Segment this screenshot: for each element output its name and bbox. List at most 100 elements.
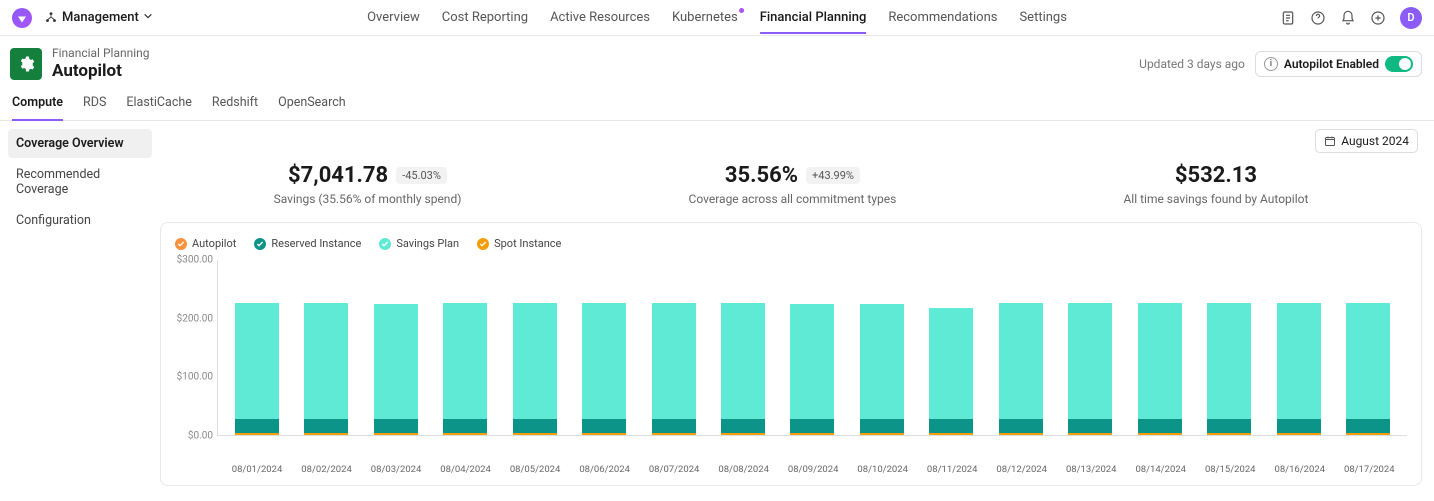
bar-08/14/2024[interactable] [1136, 260, 1184, 435]
sidebar-item-configuration[interactable]: Configuration [8, 206, 152, 235]
x-tick: 08/01/2024 [232, 464, 280, 475]
bar-segment-reserved-instance [304, 419, 348, 434]
info-icon: i [1264, 57, 1278, 71]
bar-segment-savings-plan [790, 304, 834, 418]
kpi-row: $7,041.78-45.03%Savings (35.56% of month… [160, 157, 1422, 222]
chart-plot [217, 260, 1407, 436]
subtab-elasticache[interactable]: ElastiCache [126, 95, 192, 120]
kpi-value: $532.13 [1175, 163, 1257, 188]
bar-08/12/2024[interactable] [997, 260, 1045, 435]
nav-cost-reporting[interactable]: Cost Reporting [442, 2, 528, 33]
kpi-value: $7,041.78 [288, 163, 388, 188]
bar-08/16/2024[interactable] [1275, 260, 1323, 435]
bar-08/07/2024[interactable] [650, 260, 698, 435]
workspace-name: Management [62, 10, 139, 25]
kpi-value: 35.56% [725, 163, 798, 188]
bar-08/17/2024[interactable] [1344, 260, 1392, 435]
bar-segment-spot-instance [1068, 433, 1112, 435]
bar-08/08/2024[interactable] [719, 260, 767, 435]
y-tick: $0.00 [188, 431, 213, 442]
bar-08/11/2024[interactable] [927, 260, 975, 435]
subtab-redshift[interactable]: Redshift [212, 95, 258, 120]
x-tick: 08/15/2024 [1205, 464, 1253, 475]
subtab-rds[interactable]: RDS [83, 95, 106, 120]
bar-segment-reserved-instance [790, 419, 834, 434]
nav-overview[interactable]: Overview [367, 2, 420, 33]
subtab-opensearch[interactable]: OpenSearch [278, 95, 346, 120]
breadcrumb: Financial Planning [52, 46, 150, 60]
help-icon[interactable] [1310, 10, 1326, 26]
nav-active-resources[interactable]: Active Resources [550, 2, 650, 33]
bar-08/09/2024[interactable] [788, 260, 836, 435]
nav-kubernetes[interactable]: Kubernetes [672, 2, 738, 33]
x-tick: 08/17/2024 [1344, 464, 1392, 475]
bar-segment-reserved-instance [1277, 419, 1321, 434]
top-nav: Overview Cost Reporting Active Resources Ku… [367, 2, 1067, 33]
legend-reserved-instance[interactable]: Reserved Instance [254, 237, 361, 250]
bar-segment-spot-instance [304, 433, 348, 435]
bar-segment-spot-instance [1346, 433, 1390, 435]
bar-08/15/2024[interactable] [1205, 260, 1253, 435]
bar-08/13/2024[interactable] [1066, 260, 1114, 435]
autopilot-toggle[interactable]: i Autopilot Enabled [1255, 51, 1422, 77]
subtab-compute[interactable]: Compute [12, 95, 63, 120]
bar-segment-savings-plan [374, 304, 418, 418]
bar-segment-reserved-instance [721, 419, 765, 434]
bar-08/04/2024[interactable] [441, 260, 489, 435]
bar-segment-savings-plan [721, 303, 765, 419]
bar-segment-spot-instance [582, 433, 626, 435]
legend-autopilot[interactable]: Autopilot [175, 237, 236, 250]
bar-segment-spot-instance [999, 433, 1043, 435]
user-avatar[interactable]: D [1400, 7, 1422, 29]
x-tick: 08/12/2024 [996, 464, 1044, 475]
nav-financial-planning[interactable]: Financial Planning [760, 2, 867, 33]
bar-08/06/2024[interactable] [580, 260, 628, 435]
date-range-picker[interactable]: August 2024 [1315, 129, 1418, 153]
sidebar-item-recommended-coverage[interactable]: Recommended Coverage [8, 160, 152, 204]
kpi-delta-badge: -45.03% [396, 167, 447, 184]
nav-settings[interactable]: Settings [1019, 2, 1066, 33]
x-tick: 08/07/2024 [649, 464, 697, 475]
x-tick: 08/16/2024 [1274, 464, 1322, 475]
autopilot-label: Autopilot Enabled [1284, 57, 1379, 71]
bar-08/03/2024[interactable] [372, 260, 420, 435]
bar-segment-savings-plan [443, 303, 487, 419]
document-icon[interactable] [1280, 10, 1296, 26]
plus-circle-icon[interactable] [1370, 10, 1386, 26]
kpi-subtitle: All time savings found by Autopilot [1123, 192, 1308, 206]
bell-icon[interactable] [1340, 10, 1356, 26]
bar-segment-savings-plan [235, 303, 279, 419]
chart-area: $300.00$200.00$100.00$0.00 [175, 260, 1407, 460]
bar-segment-savings-plan [1207, 303, 1251, 419]
sidebar-item-coverage-overview[interactable]: Coverage Overview [8, 129, 152, 158]
x-tick: 08/02/2024 [301, 464, 349, 475]
legend-dot-icon [175, 238, 187, 250]
bar-segment-spot-instance [235, 433, 279, 435]
content: Coverage OverviewRecommended CoverageCon… [0, 121, 1434, 498]
bar-segment-reserved-instance [443, 419, 487, 434]
bar-08/02/2024[interactable] [302, 260, 350, 435]
x-tick: 08/08/2024 [718, 464, 766, 475]
bar-08/05/2024[interactable] [511, 260, 559, 435]
legend-spot-instance[interactable]: Spot Instance [477, 237, 561, 250]
legend-savings-plan[interactable]: Savings Plan [379, 237, 459, 250]
nav-recommendations[interactable]: Recommendations [888, 2, 997, 33]
resource-tabs: Compute RDS ElastiCache Redshift OpenSearch [0, 87, 1434, 121]
bar-segment-savings-plan [652, 303, 696, 419]
y-tick: $100.00 [177, 372, 213, 383]
topbar: Management Overview Cost Reporting Active … [0, 0, 1434, 36]
bar-segment-savings-plan [513, 303, 557, 419]
workspace-selector[interactable]: Management [44, 10, 153, 25]
bar-segment-reserved-instance [374, 419, 418, 434]
bar-segment-spot-instance [652, 433, 696, 435]
page-title: Autopilot [52, 61, 150, 81]
bar-segment-reserved-instance [929, 419, 973, 434]
bar-08/10/2024[interactable] [858, 260, 906, 435]
sidebar: Coverage OverviewRecommended CoverageCon… [0, 121, 160, 498]
app-logo[interactable] [12, 8, 32, 28]
legend-dot-icon [477, 238, 489, 250]
bar-08/01/2024[interactable] [233, 260, 281, 435]
kpi-1: 35.56%+43.99%Coverage across all commitm… [689, 163, 897, 206]
y-axis: $300.00$200.00$100.00$0.00 [175, 260, 217, 436]
bar-segment-spot-instance [443, 433, 487, 435]
